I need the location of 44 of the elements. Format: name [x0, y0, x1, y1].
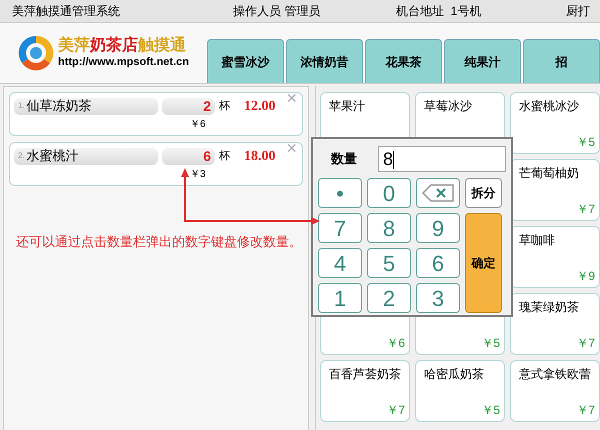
quantity-field[interactable]: 6 — [162, 148, 215, 164]
keypad-key[interactable]: 7 — [318, 213, 362, 243]
product-card[interactable]: 百香芦荟奶茶 ￥7 — [320, 360, 410, 422]
keypad-key[interactable]: 5 — [367, 248, 411, 278]
keypad-key[interactable]: 8 — [367, 213, 411, 243]
operator-text: 操作人员 管理员 — [233, 3, 322, 20]
top-bar-text: 厨打 — [566, 3, 590, 20]
keypad-key[interactable]: 2 — [367, 283, 411, 313]
terminal-text: 机台地址 1号机 — [396, 3, 482, 20]
unit-label: 杯 — [219, 148, 230, 164]
confirm-button[interactable]: 确定 — [465, 213, 502, 313]
item-amount: 18.00 — [244, 148, 276, 166]
keypad-key[interactable]: 0 — [367, 178, 411, 208]
product-card[interactable]: 芒葡萄柚奶 ￥7 — [510, 159, 600, 221]
item-amount: 12.00 — [244, 98, 276, 116]
backspace-button[interactable] — [416, 178, 460, 208]
product-card[interactable]: 草咖啡 ￥9 — [510, 226, 600, 288]
logo-title: 美萍奶茶店触摸通 — [58, 38, 187, 54]
app-name: 美萍触摸通管理系统 — [11, 3, 121, 20]
category-tab[interactable]: 招 — [523, 39, 600, 83]
logo-url: http://www.mpsoft.net.cn — [58, 57, 189, 68]
backspace-icon — [421, 183, 455, 203]
quantity-field[interactable]: 2 — [162, 98, 215, 114]
unit-label: 杯 — [219, 98, 230, 114]
category-tab[interactable]: 纯果汁 — [444, 39, 521, 83]
product-card[interactable]: 哈密瓜奶茶 ￥5 — [415, 360, 505, 422]
keypad-key[interactable]: 1 — [318, 283, 362, 313]
category-tab[interactable]: 花果茶 — [365, 39, 442, 83]
logo-icon — [16, 33, 56, 73]
split-button[interactable]: 拆分 — [465, 178, 502, 208]
keypad-key[interactable]: 9 — [416, 213, 460, 243]
quantity-field[interactable]: 8 — [378, 146, 506, 172]
product-card[interactable]: 水蜜桃冰沙 ￥5 — [510, 92, 600, 154]
keypad-key[interactable]: 4 — [318, 248, 362, 278]
keypad-key[interactable]: 6 — [416, 248, 460, 278]
product-card[interactable]: 瑰茉绿奶茶 ￥7 — [510, 293, 600, 355]
category-tab[interactable]: 浓情奶昔 — [286, 39, 363, 83]
unit-price: ￥3 — [190, 168, 206, 182]
product-card[interactable]: 意式拿铁欧蕾 ￥7 — [510, 360, 600, 422]
keypad-key[interactable]: 3 — [416, 283, 460, 313]
category-tab[interactable]: 蜜雪冰沙 — [207, 39, 284, 83]
unit-price: ￥6 — [190, 118, 206, 132]
annotation-text: 还可以通过点击数量栏弹出的数字键盘修改数量。 — [16, 233, 302, 251]
keypad-key[interactable]: • — [318, 178, 362, 208]
